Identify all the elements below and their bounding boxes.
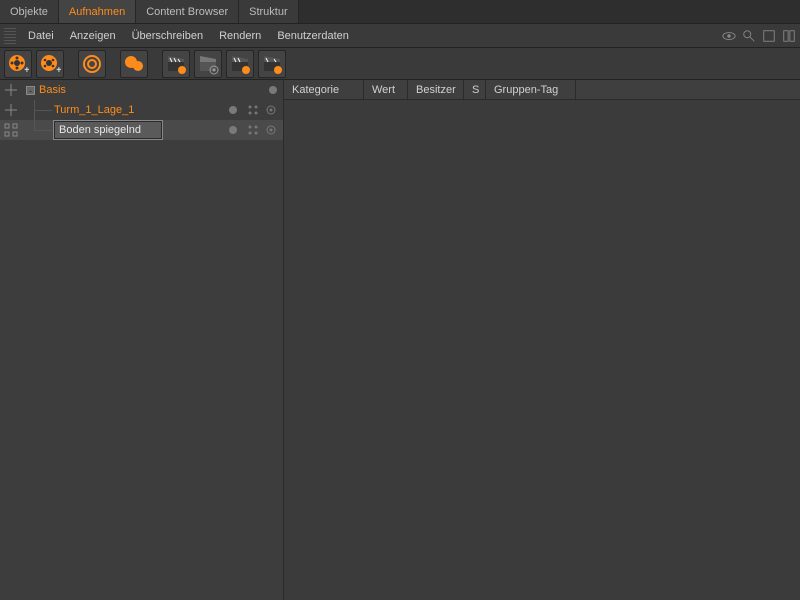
tab-content-browser[interactable]: Content Browser (136, 0, 239, 23)
tab-objekte[interactable]: Objekte (0, 0, 59, 23)
grip-icon (4, 28, 16, 44)
menu-benutzerdaten[interactable]: Benutzerdaten (269, 27, 357, 45)
panels-icon[interactable] (782, 29, 796, 43)
status-dot-icon[interactable] (269, 86, 277, 94)
window-icon[interactable] (762, 29, 776, 43)
gear-icon[interactable] (265, 124, 277, 136)
status-dot-icon[interactable] (229, 106, 237, 114)
blob-icon[interactable] (120, 50, 148, 78)
clap1-icon[interactable] (162, 50, 190, 78)
menu-rendern[interactable]: Rendern (211, 27, 269, 45)
toolbar: + + (0, 48, 800, 80)
concentric-icon[interactable] (78, 50, 106, 78)
expander-icon[interactable]: - (26, 86, 35, 95)
menu-anzeigen[interactable]: Anzeigen (62, 27, 124, 45)
clap-gear-icon[interactable] (194, 50, 222, 78)
column-header: Kategorie Wert Besitzer S Gruppen-Tag (284, 80, 800, 100)
tree-label: Turm_1_Lage_1 (54, 104, 134, 116)
dots-icon[interactable] (247, 124, 259, 136)
menu-ueberschreiben[interactable]: Überschreiben (124, 27, 212, 45)
focus-icon (4, 123, 18, 137)
tab-aufnahmen[interactable]: Aufnahmen (59, 0, 136, 23)
menu-datei[interactable]: Datei (20, 27, 62, 45)
col-kategorie[interactable]: Kategorie (284, 80, 364, 99)
col-gruppen-tag[interactable]: Gruppen-Tag (486, 80, 576, 99)
tree-row-editing[interactable] (0, 120, 283, 140)
crosshair-icon (4, 83, 18, 97)
search-icon[interactable] (742, 29, 756, 43)
tree-row[interactable]: Turm_1_Lage_1 (0, 100, 283, 120)
tab-struktur[interactable]: Struktur (239, 0, 299, 23)
clap2-icon[interactable] (226, 50, 254, 78)
gear-icon[interactable] (265, 104, 277, 116)
col-s[interactable]: S (464, 80, 486, 99)
main-split: - Basis Turm_1_Lage_1 (0, 80, 800, 600)
col-wert[interactable]: Wert (364, 80, 408, 99)
status-dot-icon[interactable] (229, 126, 237, 134)
dots-icon[interactable] (247, 104, 259, 116)
detail-pane: Kategorie Wert Besitzer S Gruppen-Tag (284, 80, 800, 600)
reel-add2-icon[interactable]: + (36, 50, 64, 78)
clap3-icon[interactable] (258, 50, 286, 78)
tree-pane: - Basis Turm_1_Lage_1 (0, 80, 284, 600)
tree-label: Basis (39, 84, 66, 96)
tree-row-root[interactable]: - Basis (0, 80, 283, 100)
reel-add-icon[interactable]: + (4, 50, 32, 78)
svg-text:+: + (56, 65, 61, 75)
eye-icon[interactable] (722, 29, 736, 43)
rename-input[interactable] (54, 121, 162, 139)
panel-tabbar: Objekte Aufnahmen Content Browser Strukt… (0, 0, 800, 24)
menubar: Datei Anzeigen Überschreiben Rendern Ben… (0, 24, 800, 48)
col-besitzer[interactable]: Besitzer (408, 80, 464, 99)
svg-text:+: + (24, 65, 29, 75)
crosshair-icon (4, 103, 18, 117)
